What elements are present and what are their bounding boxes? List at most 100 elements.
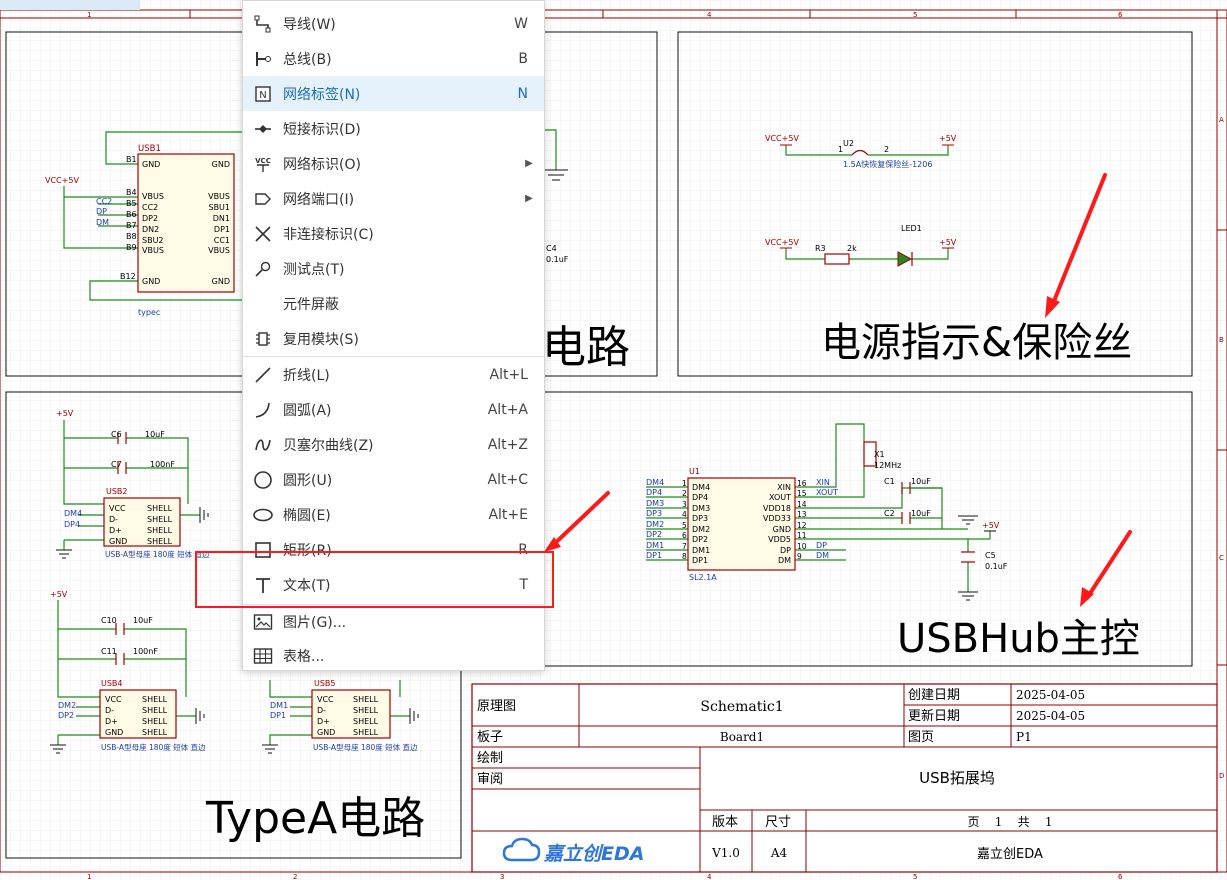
power-section-title: 电源指示&保险丝	[821, 320, 1132, 366]
menu-item-text[interactable]: 文本(T) T	[243, 567, 544, 602]
col-label: 1	[87, 11, 91, 19]
svg-text:DM4: DM4	[646, 478, 664, 487]
c7-value: 100nF	[150, 460, 175, 469]
bezier-icon	[243, 436, 283, 454]
schematic-canvas[interactable]: 1 2 3 4 5 6 A B C D 1 2 3 4 5 6 电路 电源指示&…	[0, 0, 1227, 880]
c2-value: 10uF	[911, 509, 931, 518]
col-label: 1	[87, 873, 91, 880]
menu-item-circle[interactable]: 圆形(U) Alt+C	[243, 462, 544, 497]
table-icon	[243, 647, 283, 665]
c6-designator: C6	[111, 430, 122, 439]
menu-item-shortcut: Alt+E	[488, 506, 528, 523]
menu-item-bezier[interactable]: 贝塞尔曲线(Z) Alt+Z	[243, 427, 544, 462]
usb5-footprint: USB-A型母座 180度 短体 直边	[313, 742, 418, 752]
menu-item-short-flag[interactable]: 短接标识(D)	[243, 111, 544, 146]
svg-text:SHELL: SHELL	[353, 728, 379, 737]
tb-company: 嘉立创EDA	[977, 847, 1043, 862]
fuse-pin2: 2	[884, 145, 889, 154]
svg-text:7: 7	[682, 542, 687, 551]
svg-text:D-: D-	[109, 515, 118, 524]
svg-text:SHELL: SHELL	[142, 695, 168, 704]
svg-text:DP3: DP3	[646, 509, 662, 518]
menu-item-net-port[interactable]: 网络端口(I) ▶	[243, 181, 544, 216]
usb2-net-dp: DP4	[64, 520, 80, 529]
svg-text:9: 9	[797, 552, 802, 561]
col-label: 3	[500, 873, 504, 880]
menu-item-label: 总线(B)	[283, 51, 332, 68]
svg-text:DM1: DM1	[646, 541, 664, 550]
tb-page-label: 图页	[908, 730, 934, 745]
menu-item-image[interactable]: 图片(G)...	[243, 604, 544, 639]
title-block[interactable]: 原理图 Schematic1 创建日期 2025-04-05 更新日期 2025…	[471, 683, 1218, 873]
svg-text:DM3: DM3	[646, 499, 664, 508]
svg-text:XOUT: XOUT	[816, 488, 838, 497]
svg-text:10: 10	[797, 542, 807, 551]
hub-section-title: USBHub主控	[897, 616, 1140, 662]
menu-item-polyline[interactable]: 折线(L) Alt+L	[243, 357, 544, 392]
menu-item-net-flag[interactable]: VCC 网络标识(O) ▶	[243, 146, 544, 181]
svg-text:8: 8	[682, 552, 687, 561]
c1-value: 10uF	[911, 477, 931, 486]
menu-item-label: 元件屏蔽	[283, 296, 339, 313]
tb-version-label: 版本	[712, 815, 738, 830]
menu-item-no-connect[interactable]: 非连接标识(C)	[243, 216, 544, 251]
menu-item-label: 圆形(U)	[283, 472, 333, 489]
svg-text:SHELL: SHELL	[353, 706, 379, 715]
svg-text:B9: B9	[126, 243, 137, 252]
c7-designator: C7	[111, 460, 122, 469]
svg-text:D-: D-	[105, 706, 114, 715]
menu-item-shortcut: B	[518, 50, 528, 67]
tb-created-label: 创建日期	[908, 688, 960, 703]
menu-item-wire[interactable]: 导线(W) W	[243, 6, 544, 41]
c4-designator: C4	[546, 244, 557, 253]
col-label: 6	[1118, 873, 1123, 880]
svg-text:SHELL: SHELL	[142, 706, 168, 715]
usb1-body	[137, 153, 235, 293]
tb-page-count: 页 1 共 1	[967, 815, 1052, 829]
tb-type-label: 原理图	[477, 699, 516, 714]
menu-item-net-label[interactable]: N 网络标签(N) N	[243, 76, 544, 111]
menu-item-label: 矩形(R)	[283, 542, 332, 559]
menu-item-reuse-block[interactable]: 复用模块(S)	[243, 321, 544, 356]
c4-value: 0.1uF	[546, 255, 569, 264]
svg-text:VDD5: VDD5	[768, 535, 791, 544]
place-context-menu[interactable]: 导线(W) W 总线(B) B N 网络标签(N) N 短接标识(D) VCC 网络标识(O) ▶ 网…	[242, 0, 545, 671]
net-label-icon: N	[243, 85, 283, 103]
svg-text:SHELL: SHELL	[142, 717, 168, 726]
tb-size-label: 尺寸	[765, 815, 791, 830]
menu-item-test-point[interactable]: 测试点(T)	[243, 251, 544, 286]
svg-text:SHELL: SHELL	[147, 504, 173, 513]
svg-text:D-: D-	[317, 706, 326, 715]
svg-text:DP: DP	[816, 541, 827, 550]
svg-text:16: 16	[797, 479, 807, 488]
tb-updated-date: 2025-04-05	[1016, 709, 1085, 723]
col-label: 5	[913, 873, 917, 880]
menu-item-shortcut: R	[518, 541, 528, 558]
svg-text:GND: GND	[105, 728, 123, 737]
svg-text:DP1: DP1	[692, 556, 708, 565]
c5-designator: C5	[985, 551, 996, 560]
reuse-block-icon	[243, 330, 283, 348]
svg-text:DP: DP	[780, 546, 791, 555]
net-flag-icon: VCC	[243, 155, 283, 173]
svg-text:2: 2	[682, 489, 687, 498]
menu-item-shortcut: Alt+L	[489, 366, 529, 383]
x1-designator: X1	[874, 450, 885, 459]
menu-item-bus[interactable]: 总线(B) B	[243, 41, 544, 76]
svg-text:B7: B7	[126, 221, 137, 230]
menu-item-component-mask[interactable]: 元件屏蔽	[243, 286, 544, 321]
menu-item-rectangle[interactable]: 矩形(R) R	[243, 532, 544, 567]
menu-item-table[interactable]: 表格...	[243, 638, 544, 673]
u1-designator: U1	[689, 467, 700, 476]
document-tab[interactable]	[0, 0, 140, 10]
menu-item-ellipse[interactable]: 椭圆(E) Alt+E	[243, 497, 544, 532]
svg-text:GND: GND	[109, 537, 127, 546]
menu-item-arc[interactable]: 圆弧(A) Alt+A	[243, 392, 544, 427]
svg-text:嘉立创EDA: 嘉立创EDA	[543, 843, 644, 865]
menu-item-label: 贝塞尔曲线(Z)	[283, 437, 374, 454]
p5v-flag-led: +5V	[939, 238, 957, 247]
vcc-net-flag: VCC+5V	[45, 176, 79, 185]
svg-text:B4: B4	[126, 188, 137, 197]
svg-text:SHELL: SHELL	[147, 515, 173, 524]
wire-icon	[243, 15, 283, 33]
